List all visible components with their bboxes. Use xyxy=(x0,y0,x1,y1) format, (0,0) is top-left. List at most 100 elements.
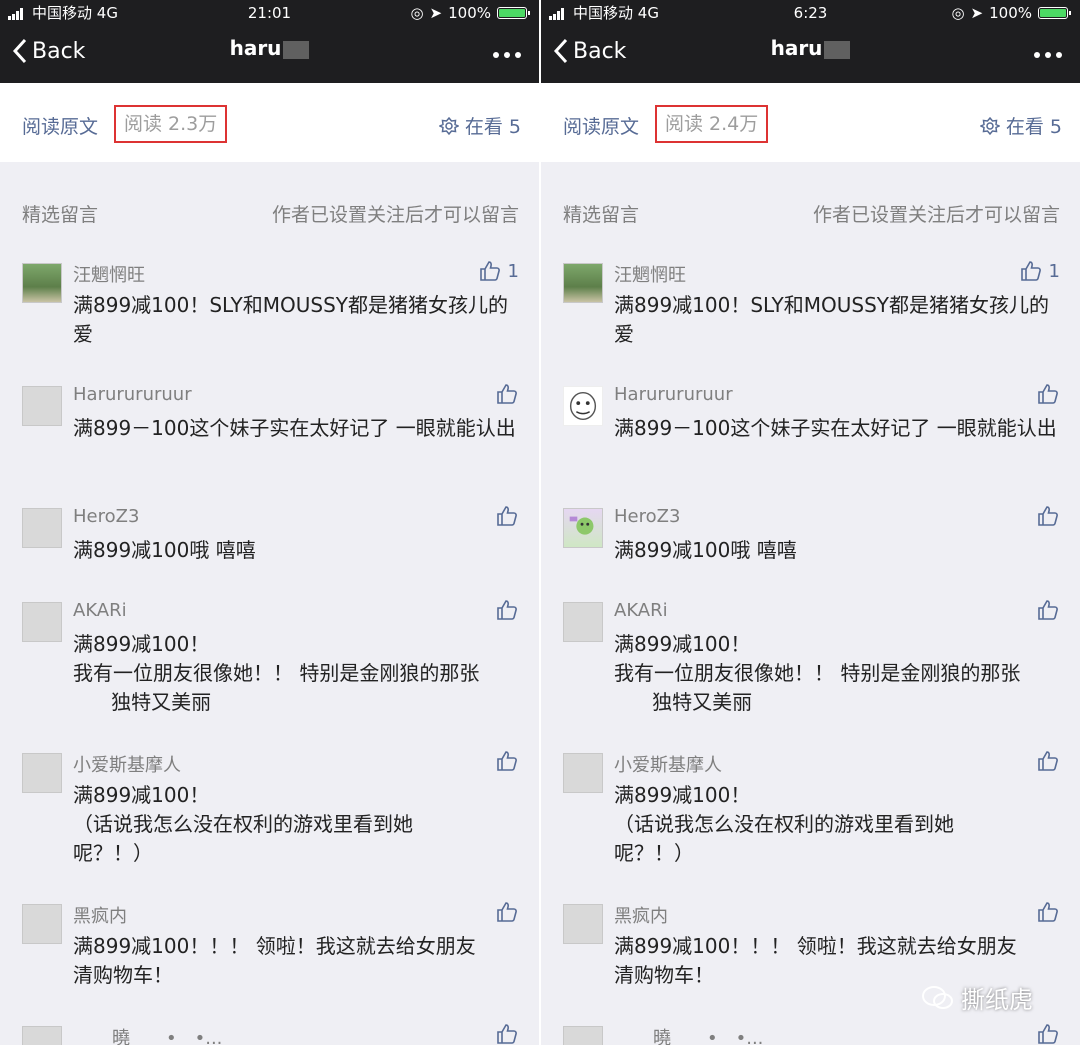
page-title: haru xyxy=(541,36,1080,60)
like-button[interactable] xyxy=(1036,900,1060,924)
like-button[interactable] xyxy=(495,1022,519,1045)
avatar xyxy=(22,508,62,548)
like-button[interactable] xyxy=(1036,749,1060,773)
comment-author: AKARi xyxy=(73,600,127,621)
thumbs-up-icon xyxy=(497,751,517,771)
comment-author: HeroZ3 xyxy=(73,506,140,527)
thumbs-up-icon xyxy=(1020,261,1041,281)
cartoon-avatar-icon xyxy=(569,516,594,535)
watching-button[interactable]: 在看 5 xyxy=(438,112,521,139)
like-button[interactable]: 1 xyxy=(478,259,519,283)
like-button[interactable] xyxy=(1036,598,1060,622)
thumbs-up-icon xyxy=(1038,600,1058,620)
thumbs-up-icon xyxy=(497,384,517,404)
read-original-link[interactable]: 阅读原文 xyxy=(563,112,639,139)
like-button[interactable] xyxy=(1036,382,1060,406)
avatar xyxy=(563,508,603,548)
comment-author: 黑疯内 xyxy=(614,906,668,927)
thumbs-up-icon xyxy=(1038,902,1058,922)
status-right: ◎ ➤ 100% xyxy=(951,0,1071,26)
blurred-name xyxy=(824,40,851,59)
page-title: haru xyxy=(0,36,539,60)
screenshot-pane-after: 中国移动 4G 6:23 ◎ ➤ 100% Back haru 阅读原文 阅读 … xyxy=(541,0,1080,1045)
like-button[interactable] xyxy=(495,749,519,773)
avatar xyxy=(563,1026,603,1045)
avatar xyxy=(22,1026,62,1045)
like-count: 1 xyxy=(507,260,519,282)
thumbs-up-icon xyxy=(1038,751,1058,771)
thumbs-up-icon xyxy=(479,261,500,281)
avatar xyxy=(563,904,603,944)
orientation-lock-icon: ◎ xyxy=(951,4,965,22)
comment-author: 曉 • •... xyxy=(653,1028,764,1045)
comment-author: Harurururuur xyxy=(73,384,192,405)
like-button[interactable] xyxy=(495,900,519,924)
thumbs-up-icon xyxy=(1038,384,1058,404)
like-button[interactable]: 1 xyxy=(1019,259,1060,283)
comment-author: 曉 • •... xyxy=(112,1028,223,1045)
more-options-icon[interactable] xyxy=(493,52,521,58)
top-bar: 中国移动 4G 21:01 ◎ ➤ 100% Back haru xyxy=(0,0,539,83)
avatar xyxy=(22,386,62,426)
battery-percent: 100% xyxy=(448,4,491,22)
comment-text: 满899－100这个妹子实在太好记了 一眼就能认出 xyxy=(73,416,516,440)
comments-header: 精选留言 作者已设置关注后才可以留言 xyxy=(541,162,1080,242)
read-stats-bar: 阅读原文 阅读 2.3万 在看 5 xyxy=(0,83,539,162)
avatar xyxy=(563,386,603,426)
screenshot-pane-before: 中国移动 4G 21:01 ◎ ➤ 100% Back haru 阅读原文 阅读… xyxy=(0,0,539,1045)
read-original-link[interactable]: 阅读原文 xyxy=(22,112,98,139)
avatar xyxy=(22,753,62,793)
comment-text: 满899减100！SLY和MOUSSY都是猪猪女孩儿的爱 xyxy=(614,293,1049,346)
thumbs-up-icon xyxy=(497,1024,517,1044)
like-count: 1 xyxy=(1048,260,1060,282)
flower-icon xyxy=(438,116,459,135)
comment-author: 汪魍惘旺 xyxy=(73,265,145,286)
comment-author: 黑疯内 xyxy=(73,906,127,927)
comment-author: HeroZ3 xyxy=(614,506,681,527)
comment-text: 满899减100！ 我有一位朋友很像她！！ 特别是金刚狼的那张 独特又美丽 xyxy=(614,632,1021,714)
wechat-logo-icon xyxy=(922,985,953,1009)
nav-bar: Back haru xyxy=(0,30,539,80)
watching-button[interactable]: 在看 5 xyxy=(979,112,1062,139)
comments-header: 精选留言 作者已设置关注后才可以留言 xyxy=(0,162,539,242)
thumbs-up-icon xyxy=(497,506,517,526)
battery-icon xyxy=(497,7,530,19)
comment-author: Harurururuur xyxy=(614,384,733,405)
like-button[interactable] xyxy=(495,382,519,406)
meme-face-icon xyxy=(569,391,597,421)
comment-text: 满899减100哦 嘻嘻 xyxy=(73,538,256,562)
location-arrow-icon: ➤ xyxy=(970,4,984,22)
like-button[interactable] xyxy=(1036,504,1060,528)
watermark: 撕纸虎 xyxy=(921,980,1033,1015)
comment-author: 汪魍惘旺 xyxy=(614,265,686,286)
comment-text: 满899减100！！！ 领啦！我这就去给女朋友 清购物车！ xyxy=(73,934,476,987)
comment-text: 满899减100哦 嘻嘻 xyxy=(614,538,797,562)
comment-text: 满899减100！ 我有一位朋友很像她！！ 特别是金刚狼的那张 独特又美丽 xyxy=(73,632,480,714)
location-arrow-icon: ➤ xyxy=(429,4,443,22)
status-bar: 中国移动 4G 21:01 ◎ ➤ 100% xyxy=(0,0,539,26)
like-button[interactable] xyxy=(495,598,519,622)
avatar xyxy=(563,602,603,642)
status-right: ◎ ➤ 100% xyxy=(410,0,530,26)
featured-comments-label: 精选留言 xyxy=(22,204,99,226)
battery-percent: 100% xyxy=(989,4,1032,22)
thumbs-up-icon xyxy=(497,902,517,922)
comment-text: 满899减100！ （话说我怎么没在权利的游戏里看到她 呢？！） xyxy=(73,783,413,865)
comment-restriction-note: 作者已设置关注后才可以留言 xyxy=(812,204,1060,226)
top-bar: 中国移动 4G 6:23 ◎ ➤ 100% Back haru xyxy=(541,0,1080,83)
comment-text: 满899减100！SLY和MOUSSY都是猪猪女孩儿的爱 xyxy=(73,293,508,346)
like-button[interactable] xyxy=(1036,1022,1060,1045)
nav-bar: Back haru xyxy=(541,30,1080,80)
thumbs-up-icon xyxy=(1038,506,1058,526)
avatar xyxy=(22,263,62,303)
more-options-icon[interactable] xyxy=(1034,52,1062,58)
like-button[interactable] xyxy=(495,504,519,528)
orientation-lock-icon: ◎ xyxy=(410,4,424,22)
comment-restriction-note: 作者已设置关注后才可以留言 xyxy=(271,204,519,226)
read-count: 阅读 2.4万 xyxy=(655,105,769,143)
comment-author: AKARi xyxy=(614,600,668,621)
avatar xyxy=(563,753,603,793)
thumbs-up-icon xyxy=(1038,1024,1058,1044)
battery-icon xyxy=(1038,7,1071,19)
comment-text: 满899减100！ （话说我怎么没在权利的游戏里看到她 呢？！） xyxy=(614,783,954,865)
